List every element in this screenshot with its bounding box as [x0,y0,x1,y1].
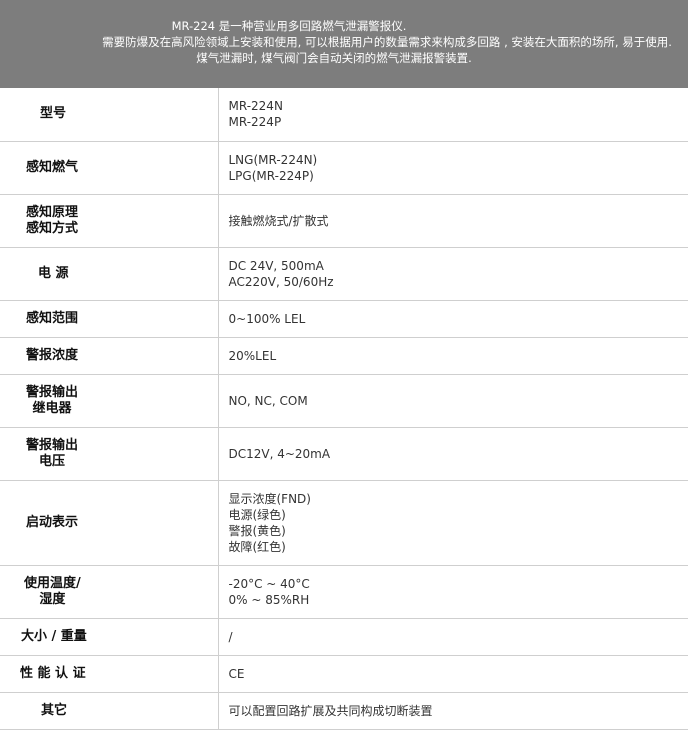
spec-label-text: 大小 / 重量 [21,629,87,645]
spec-label-text: 感知范围 [26,311,78,327]
intro-line-3: 煤气泄漏时, 煤气阀门会自动关闭的燃气泄漏报警装置. [196,51,472,65]
spec-value-line: / [228,629,233,644]
spec-label-line: 警报浓度 [26,347,79,363]
spec-value: 显示浓度(FND) 电源(绿色) 警报(黄色) 故障(红色) [218,480,688,566]
spec-value-line: NO, NC, COM [228,393,308,408]
spec-label-line: 性 能 认 证 [20,665,86,681]
spec-label: 大小 / 重量 [0,618,219,656]
spec-label-text: 感知原理 感知方式 [26,205,78,237]
spec-row: 型号 MR-224N MR-224P [0,88,688,142]
spec-value-line: LPG(MR-224P) [228,168,314,183]
spec-row: 警报输出 继电器 NO, NC, COM [0,374,688,428]
spec-label-text: 警报浓度 [26,348,78,364]
spec-table: 型号 MR-224N MR-224P 感知燃气 LNG(MR-224N) LPG(MR-2… [0,88,688,730]
spec-label-line: 感知范围 [26,310,79,326]
spec-label: 使用温度/湿度 [0,565,219,619]
spec-label-text: 启动表示 [26,515,78,531]
spec-value: DC12V, 4~20mA [218,427,688,481]
spec-value-line: 0~100% LEL [228,311,306,326]
spec-value-line: 0% ~ 85%RH [228,592,310,607]
spec-value: CE [218,655,688,693]
spec-value-line: 故障(红色) [228,539,286,554]
spec-label-text: 感知燃气 [26,160,78,176]
spec-label-line: 使用温度/ [24,575,81,591]
spec-value: -20°C ~ 40°C 0% ~ 85%RH [218,565,688,619]
spec-label-line: 警报输出 [26,384,79,400]
spec-value: 0~100% LEL [218,300,688,338]
spec-value: 接触燃烧式/扩散式 [218,194,688,248]
spec-value-line: 警报(黄色) [228,523,286,538]
spec-label: 性 能 认 证 [0,655,219,693]
spec-label-text: 警报输出 继电器 [26,385,78,417]
spec-value: MR-224N MR-224P [218,88,688,142]
spec-row: 感知原理 感知方式 接触燃烧式/扩散式 [0,194,688,248]
spec-row: 其它 可以配置回路扩展及共同构成切断装置 [0,692,688,730]
spec-label: 感知原理 感知方式 [0,194,219,248]
spec-label: 感知燃气 [0,141,219,195]
spec-value: / [218,618,688,656]
spec-value-line: DC12V, 4~20mA [228,446,331,461]
spec-value-line: LNG(MR-224N) [228,152,318,167]
spec-value-line: -20°C ~ 40°C [228,576,310,591]
intro-line-1: MR-224 是一种营业用多回路燃气泄漏警报仪. [171,19,407,33]
spec-value: 20%LEL [218,337,688,375]
spec-label-line: 其它 [41,702,68,718]
spec-label-text: 电 源 [38,266,69,282]
spec-label-line: 感知方式 [26,220,79,236]
spec-value-line: AC220V, 50/60Hz [228,274,334,289]
spec-row: 性 能 认 证 CE [0,655,688,693]
spec-value: NO, NC, COM [218,374,688,428]
spec-row: 使用温度/湿度 -20°C ~ 40°C 0% ~ 85%RH [0,565,688,619]
spec-row: 电 源 DC 24V, 500mA AC220V, 50/60Hz [0,247,688,301]
spec-row: 警报输出 电压 DC12V, 4~20mA [0,427,688,481]
spec-label-text: 其它 [41,703,67,719]
spec-label-text: 警报输出 电压 [26,438,78,470]
spec-label: 警报浓度 [0,337,219,375]
spec-value: 可以配置回路扩展及共同构成切断装置 [218,692,688,730]
spec-value-line: CE [228,666,245,681]
spec-label-text: 型号 [40,106,66,122]
spec-label-line: 感知燃气 [26,159,79,175]
spec-value-line: MR-224N [228,99,283,114]
spec-label-line: 大小 / 重量 [21,628,87,644]
spec-value: LNG(MR-224N) LPG(MR-224P) [218,141,688,195]
spec-row: 启动表示 显示浓度(FND) 电源(绿色) 警报(黄色) 故障(红色) [0,480,688,566]
spec-value: DC 24V, 500mA AC220V, 50/60Hz [218,247,688,301]
spec-label-line: 电 源 [38,265,69,281]
intro-banner: MR-224 是一种营业用多回路燃气泄漏警报仪. 需要防爆及在高风险领域上安装和… [0,0,688,88]
spec-row: 警报浓度 20%LEL [0,337,688,375]
spec-value-line: MR-224P [228,115,282,130]
spec-label-line: 启动表示 [26,514,79,530]
spec-label-line: 型号 [40,106,67,122]
spec-label-text: 性 能 认 证 [20,666,86,682]
spec-label: 型号 [0,88,219,142]
spec-label: 警报输出 继电器 [0,374,219,428]
spec-label-line: 电压 [39,453,66,469]
spec-row: 感知燃气 LNG(MR-224N) LPG(MR-224P) [0,141,688,195]
spec-value-line: 显示浓度(FND) [228,491,311,506]
intro-line-2: 需要防爆及在高风险领域上安装和使用, 可以根据用户的数量需求来构成多回路 , 安… [102,35,672,49]
spec-label-line: 警报输出 [26,437,79,453]
spec-label-line: 感知原理 [26,204,79,220]
spec-label: 感知范围 [0,300,219,338]
spec-label: 电 源 [0,247,219,301]
spec-value-line: 20%LEL [228,348,277,363]
spec-label-line: 继电器 [32,400,72,416]
spec-value-line: DC 24V, 500mA [228,258,324,273]
spec-label: 警报输出 电压 [0,427,219,481]
spec-label: 其它 [0,692,219,730]
spec-row: 大小 / 重量 / [0,618,688,656]
spec-label-text: 使用温度/湿度 [24,576,81,608]
spec-value-line: 电源(绿色) [228,507,286,522]
spec-label: 启动表示 [0,480,219,566]
spec-value-line: 可以配置回路扩展及共同构成切断装置 [228,703,433,718]
spec-value-line: 接触燃烧式/扩散式 [228,213,329,228]
spec-label-line: 湿度 [39,591,66,607]
spec-row: 感知范围 0~100% LEL [0,300,688,338]
